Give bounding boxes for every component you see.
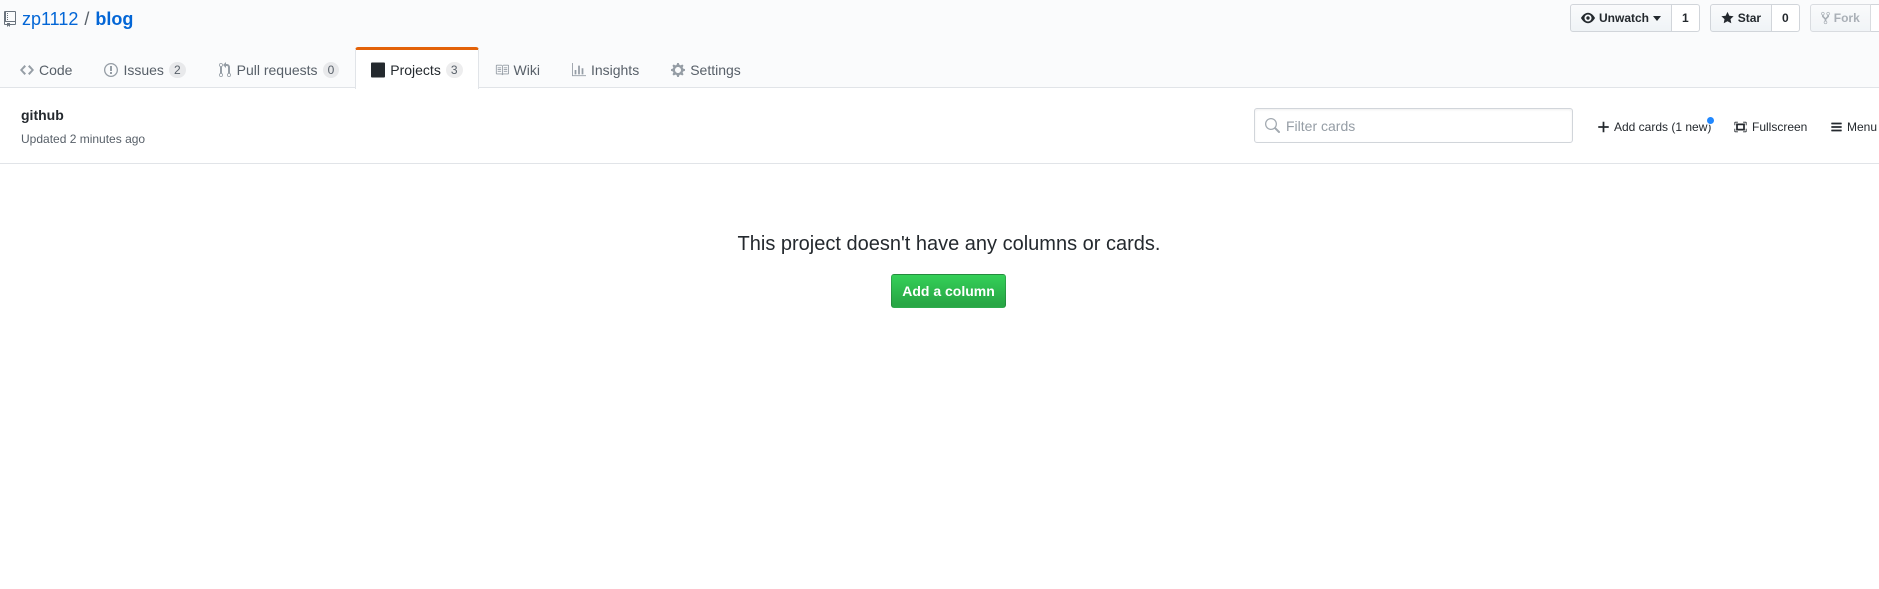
unwatch-label: Unwatch <box>1599 11 1650 25</box>
pull-request-icon <box>218 61 231 77</box>
menu-button[interactable]: Menu <box>1831 117 1877 137</box>
star-icon <box>1721 11 1734 24</box>
menu-label: Menu <box>1847 120 1878 134</box>
eye-icon <box>1581 12 1595 24</box>
tab-settings[interactable]: Settings <box>655 47 757 89</box>
issue-icon <box>104 62 119 77</box>
caret-down-icon <box>1653 16 1662 21</box>
tab-label: Wiki <box>513 61 540 78</box>
tab-pull-requests[interactable]: Pull requests 0 <box>202 47 356 89</box>
gear-icon <box>671 62 686 77</box>
tab-label: Pull requests <box>236 61 318 78</box>
watchers-count[interactable]: 1 <box>1672 4 1700 32</box>
tab-label: Insights <box>590 61 640 78</box>
project-updated-text: Updated 2 minutes ago <box>21 132 146 146</box>
fork-label: Fork <box>1833 11 1860 25</box>
empty-state-title: This project doesn't have any columns or… <box>737 233 1161 255</box>
watch-group: Unwatch 1 <box>1570 4 1700 32</box>
tab-code[interactable]: Code <box>4 47 88 89</box>
repo-header: zp1112 / blog Unwatch 1 Star 0 Fork 0 <box>0 0 1879 90</box>
graph-icon <box>571 62 586 76</box>
fork-icon <box>1820 11 1830 25</box>
tab-label: Settings <box>690 61 741 78</box>
fullscreen-button[interactable]: Fullscreen <box>1734 117 1807 137</box>
star-button[interactable]: Star <box>1709 4 1773 32</box>
empty-project-state: This project doesn't have any columns or… <box>0 228 1879 308</box>
tab-label: Issues <box>123 61 164 78</box>
add-column-button[interactable]: Add a column <box>891 274 1006 308</box>
tab-counter: 0 <box>322 61 340 78</box>
tab-label: Projects <box>390 62 441 78</box>
repo-owner-link[interactable]: zp1112 <box>22 9 78 30</box>
stargazers-count[interactable]: 0 <box>1772 4 1800 32</box>
repo-name-link[interactable]: blog <box>95 9 133 30</box>
unwatch-button[interactable]: Unwatch <box>1570 4 1673 32</box>
star-group: Star 0 <box>1709 4 1800 32</box>
book-icon <box>495 64 509 75</box>
code-icon <box>20 64 34 75</box>
fork-group: Fork 0 <box>1809 4 1879 32</box>
add-cards-button[interactable]: Add cards (1 new) <box>1598 117 1711 137</box>
new-cards-notification-dot <box>1706 116 1715 125</box>
repo-nav: Code Issues 2 Pull requests 0 Projects 3… <box>4 47 757 90</box>
fullscreen-icon <box>1734 121 1747 133</box>
forks-count[interactable]: 0 <box>1870 4 1879 32</box>
repo-title: zp1112 / blog <box>4 7 133 31</box>
hamburger-icon <box>1831 122 1842 132</box>
project-icon <box>371 62 386 78</box>
tab-counter: 2 <box>168 61 186 78</box>
tab-counter: 3 <box>445 62 463 78</box>
fork-button[interactable]: Fork <box>1809 4 1871 32</box>
project-name[interactable]: github <box>21 107 64 123</box>
tab-label: Code <box>39 61 73 78</box>
tab-wiki[interactable]: Wiki <box>479 47 556 89</box>
star-label: Star <box>1737 11 1762 25</box>
tab-projects[interactable]: Projects 3 <box>355 47 479 90</box>
filter-cards-input[interactable] <box>1255 109 1572 142</box>
repo-actions: Unwatch 1 Star 0 Fork 0 <box>1570 4 1879 32</box>
repo-icon <box>4 11 16 27</box>
plus-icon <box>1598 121 1609 133</box>
search-icon <box>1265 118 1280 133</box>
repo-separator: / <box>84 8 90 29</box>
filter-cards-field[interactable] <box>1254 108 1573 143</box>
add-cards-label: Add cards (1 new) <box>1614 120 1712 134</box>
fullscreen-label: Fullscreen <box>1752 120 1808 134</box>
tab-insights[interactable]: Insights <box>556 47 655 89</box>
tab-issues[interactable]: Issues 2 <box>88 47 201 89</box>
project-header: github Updated 2 minutes ago Add cards (… <box>0 89 1879 164</box>
